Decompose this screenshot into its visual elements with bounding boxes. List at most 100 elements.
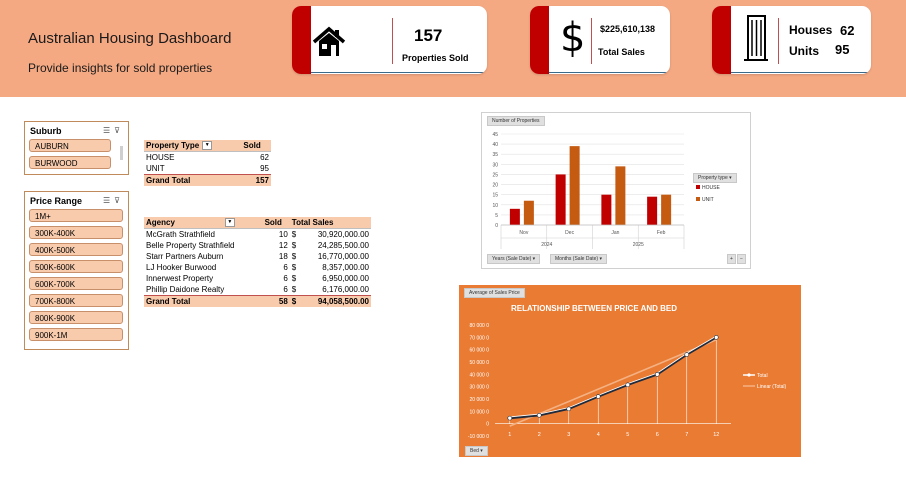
slicer-item-burwood[interactable]: BURWOOD — [29, 156, 111, 169]
series-line-total — [509, 336, 717, 420]
x-tick-label: 6 — [656, 432, 659, 438]
filter-dropdown-icon[interactable]: ▼ — [224, 218, 235, 228]
y-tick-label: 10 000 0 — [470, 409, 490, 415]
x-tick-label: 5 — [626, 432, 629, 438]
trendline-linear — [509, 339, 717, 427]
kpi-card-total-sales: $ $225,610,138 Total Sales — [530, 6, 670, 74]
collapse-field-button[interactable]: − — [737, 254, 746, 264]
y-tick-label: 30 — [492, 162, 498, 168]
table-row: HOUSE 62 — [146, 153, 269, 162]
y-tick-label: 20 000 0 — [470, 397, 490, 403]
filter-dropdown-icon[interactable]: ▼ — [202, 141, 213, 151]
kpi-units-label: Units — [789, 44, 819, 58]
property-type-pivot: Property Type ▼ Sold HOUSE 62 UNIT 95 Gra… — [144, 140, 271, 186]
slicer-item-price[interactable]: 500K-600K — [29, 260, 123, 273]
bar-chart-plot: 45 40 35 30 25 20 15 10 5 0 Nov Dec Jan Feb 2024 2025 HO… — [492, 132, 720, 249]
kpi-underline — [549, 72, 670, 73]
column-header: Sold — [262, 217, 290, 229]
slicer-scrollbar[interactable] — [120, 146, 123, 160]
kpi-units-value: 95 — [835, 42, 850, 57]
column-header: Total Sales — [289, 217, 371, 229]
bar-house — [601, 194, 612, 225]
y-tick-label: 60 000 0 — [470, 348, 490, 354]
legend-field-button[interactable]: Property type ▾ — [693, 173, 737, 183]
x-tick-label: Jan — [611, 230, 619, 236]
slicer-item-price[interactable]: 900K-1M — [29, 328, 123, 341]
bar-unit — [523, 200, 534, 225]
multi-select-icon[interactable]: ☰ — [103, 126, 114, 135]
legend-entry: Linear (Total) — [757, 384, 787, 390]
kpi-accent-strip — [712, 6, 731, 74]
slicer-item-price[interactable]: 1M+ — [29, 209, 123, 222]
kpi-properties-label: Properties Sold — [402, 53, 469, 63]
grand-total-row: Grand Total 58 $94,058,500.00 — [144, 295, 371, 307]
table-header-row: Agency ▼ Sold Total Sales — [144, 217, 371, 229]
axis-field-button-months[interactable]: Months (Sale Date) ▾ — [550, 254, 607, 264]
data-point — [713, 335, 719, 340]
clear-filter-icon[interactable]: ⊽ — [114, 196, 124, 205]
kpi-houses-value: 62 — [840, 23, 855, 38]
y-tick-label: 0 — [495, 223, 498, 229]
suburb-slicer[interactable]: Suburb ☰⊽ AUBURN BURWOOD — [24, 121, 129, 175]
y-tick-label: 5 — [495, 213, 498, 219]
kpi-sales-label: Total Sales — [598, 47, 645, 57]
dashboard-subtitle: Provide insights for sold properties — [28, 61, 213, 75]
building-icon — [744, 15, 768, 61]
slicer-item-price[interactable]: 700K-800K — [29, 294, 123, 307]
kpi-divider — [392, 18, 393, 64]
slicer-item-price[interactable]: 600K-700K — [29, 277, 123, 290]
axis-field-button-bed[interactable]: Bed ▾ — [465, 446, 488, 456]
legend-entry: Total — [757, 373, 768, 379]
slicer-item-price[interactable]: 400K-500K — [29, 243, 123, 256]
grand-total-row: Grand Total 157 — [144, 174, 271, 186]
expand-field-button[interactable]: + — [727, 254, 736, 264]
properties-by-month-chart[interactable]: Number of Properties 45 40 35 30 25 20 15 10 5 0 N… — [481, 112, 751, 269]
kpi-accent-strip — [530, 6, 549, 74]
slicer-item-price[interactable]: 300K-400K — [29, 226, 123, 239]
data-point — [684, 352, 690, 357]
slicer-item-auburn[interactable]: AUBURN — [29, 139, 111, 152]
legend-entry: UNIT — [702, 197, 714, 203]
price-vs-bed-chart[interactable]: Average of Sales Price RELATIONSHIP BETW… — [459, 285, 801, 457]
kpi-properties-value: 157 — [414, 26, 443, 45]
kpi-divider — [778, 18, 779, 64]
y-tick-label: 50 000 0 — [470, 360, 490, 366]
x-tick-label: Dec — [565, 230, 574, 236]
table-row: Starr Partners Auburn 18 $16,770,000.00 — [146, 252, 369, 261]
y-tick-label: 70 000 0 — [470, 335, 490, 341]
bar-house — [647, 196, 658, 225]
axis-field-button-years[interactable]: Years (Sale Date) ▾ — [487, 254, 541, 264]
y-tick-label: 10 — [492, 203, 498, 209]
y-tick-label: 0 — [486, 422, 489, 428]
x-tick-label: 3 — [567, 432, 570, 438]
x-tick-label: 1 — [508, 432, 511, 438]
x-tick-label: Nov — [519, 230, 528, 236]
line-chart-plot: 80 000 0 70 000 0 60 000 0 50 000 0 40 000 0… — [468, 323, 787, 440]
slicer-header-icons: ☰⊽ — [103, 126, 124, 135]
x-tick-label: 12 — [713, 432, 719, 438]
kpi-card-properties-sold: 157 Properties Sold — [292, 6, 487, 74]
clear-filter-icon[interactable]: ⊽ — [114, 126, 124, 135]
x-tick-label: 2 — [538, 432, 541, 438]
x-tick-label: 7 — [685, 432, 688, 438]
kpi-houses-label: Houses — [789, 23, 833, 37]
bar-unit — [661, 194, 672, 225]
bar-house — [555, 174, 566, 225]
data-point — [566, 406, 572, 412]
x-tick-label: Feb — [657, 230, 666, 236]
table-row: Phillip Daidone Realty 6 $6,176,000.00 — [146, 285, 369, 294]
table-header-row: Property Type ▼ Sold — [144, 140, 271, 152]
year-group-label: 2024 — [541, 242, 552, 248]
dashboard-title: Australian Housing Dashboard — [28, 30, 232, 47]
y-tick-label: 25 — [492, 172, 498, 178]
column-header: Sold — [241, 140, 271, 152]
data-point — [507, 415, 513, 421]
slicer-item-price[interactable]: 800K-900K — [29, 311, 123, 324]
data-point — [536, 412, 542, 418]
table-row: McGrath Strathfield 10 $30,920,000.00 — [146, 230, 369, 239]
house-icon — [312, 26, 346, 56]
y-tick-label: 40 000 0 — [470, 372, 490, 378]
table-row: LJ Hooker Burwood 6 $8,357,000.00 — [146, 263, 369, 272]
multi-select-icon[interactable]: ☰ — [103, 196, 114, 205]
price-range-slicer[interactable]: Price Range ☰⊽ 1M+ 300K-400K 400K-500K 5… — [24, 191, 129, 350]
